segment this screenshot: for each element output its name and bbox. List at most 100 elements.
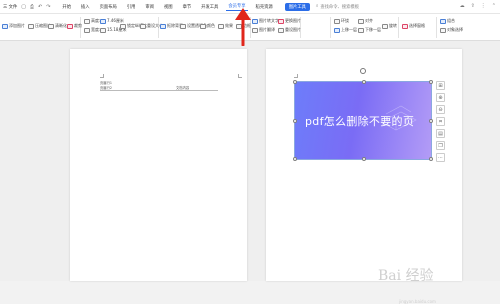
toolbar-icon [84,18,90,24]
toolbar-label: 更换图片 [285,18,301,23]
rotate-handle[interactable] [360,68,366,74]
layout-options-icon[interactable]: ⊞ [436,81,445,90]
redo-icon[interactable]: ↷ [46,4,50,10]
menu-view[interactable]: 视图 [162,3,175,11]
toolbar-button[interactable]: 对象选择 [440,27,463,33]
menu-layout[interactable]: 页面布局 [98,3,119,11]
toolbar-icon [278,18,284,24]
toolbar-icon [28,23,34,29]
menu-insert[interactable]: 插入 [79,3,92,11]
resize-handle-w[interactable] [293,119,297,123]
toolbar-label: 旋转 [389,23,397,28]
search-placeholder: 查找命令、搜索模板 [320,4,359,10]
copy-icon[interactable]: ❐ [436,141,445,150]
file-menu[interactable]: 三 文件 [3,4,17,10]
toolbar-button[interactable]: 旋转 [382,23,397,29]
undo-icon[interactable]: ↶ [38,4,42,10]
resize-handle-sw[interactable] [293,157,297,161]
tab-picture-tools[interactable]: 图片工具 [284,2,310,11]
toolbar-button[interactable]: 宽度: [84,27,100,33]
resize-handle-e[interactable] [429,119,433,123]
toolbar-label: 清晰化 [55,23,67,28]
toolbar-icon [160,23,166,29]
toolbar-button[interactable]: 更换图片 [278,18,301,24]
title-right-icons: ☁ ⇪ ⋮ ⌃ [460,3,496,9]
share-icon[interactable]: ⇪ [471,3,475,9]
menu-chapter[interactable]: 章节 [181,3,194,11]
search-icon: ⌕ [315,4,319,9]
print-icon[interactable]: ⎙ [30,4,34,10]
baidu-watermark-url: jingyan.baidu.com [399,299,436,304]
resize-handle-s[interactable] [362,157,366,161]
toolbar-icon [218,23,224,29]
margin-mark [100,74,104,78]
toolbar-icon [84,27,90,33]
toolbar-label: 下移一层 [365,27,381,32]
collapse-icon[interactable]: ⌃ [492,3,496,9]
toolbar-icon [440,27,446,33]
toolbar-icon [200,23,206,29]
toolbar-button[interactable]: 选择窗格 [402,23,425,29]
zoom-out-icon[interactable]: ⊖ [436,105,445,114]
toolbar-button[interactable]: 颜色 [200,23,215,29]
toolbar-label: 宽度: [91,27,101,32]
toolbar-label: 添加图片 [9,23,25,28]
cloud-icon[interactable]: ☁ [460,3,465,9]
toolbar-label: 图片转文字 [259,18,279,23]
toolbar-label: 裁剪 [74,23,82,28]
resize-handle-ne[interactable] [429,80,433,84]
toolbar-button[interactable]: 清晰化 [48,23,67,29]
toolbar-icon [140,23,146,29]
image-quick-tools: ⊞ ⊕ ⊖ ⌗ ▤ ❐ ⋯ [436,81,445,162]
resize-handle-n[interactable] [362,80,366,84]
document-area[interactable]: 页眉行1 页眉行2 文档内容 pdf怎么删除不要的页 ⊞ ⊕ ⊖ ⌗ ▤ ❐ ⋯… [0,41,500,304]
toolbar-label: 颜色 [207,23,215,28]
toolbar-icon [48,23,54,29]
toolbar-button[interactable]: 重设图片 [278,27,301,33]
toolbar-label: 图片翻译 [259,27,275,32]
crop-icon[interactable]: ⌗ [436,117,445,126]
menu-review[interactable]: 审阅 [143,3,156,11]
page-1[interactable]: 页眉行1 页眉行2 文档内容 [70,49,247,281]
toolbar-separator [436,17,437,38]
page-2[interactable]: pdf怎么删除不要的页 ⊞ ⊕ ⊖ ⌗ ▤ ❐ ⋯ [266,49,462,281]
toolbar-icon [334,27,340,33]
toolbar-icon [67,23,73,29]
more-options-icon[interactable]: ⋯ [436,153,445,162]
zoom-in-icon[interactable]: ⊕ [436,93,445,102]
selected-image[interactable]: pdf怎么删除不要的页 [293,68,433,161]
toolbar-icon [358,27,364,33]
toolbar-button[interactable]: 裁剪 [67,23,82,29]
toolbar-button[interactable]: 图片转文字 [252,18,279,24]
margin-mark [238,74,242,78]
command-search[interactable]: ⌕ 查找命令、搜索模板 [316,4,359,10]
menu-home[interactable]: 开始 [60,3,73,11]
toolbar-icon [2,23,8,29]
toolbar-button[interactable]: 图片翻译 [252,27,275,33]
more-icon[interactable]: ⋮ [481,3,486,9]
toolbar-label: 对象选择 [447,27,463,32]
resize-handle-nw[interactable] [293,80,297,84]
toolbar-icon [334,18,340,24]
red-arrow-annotation [235,8,251,46]
toolbar-label: 选择窗格 [409,23,425,28]
toolbar-button[interactable]: 下移一层 [358,27,381,33]
toolbar-button[interactable]: 高度: [84,18,100,24]
menu-references[interactable]: 引用 [125,3,138,11]
toolbar-button[interactable]: 环绕 [334,18,349,24]
toolbar-button[interactable]: 组合 [440,18,455,24]
toolbar-label: 重设图片 [285,27,301,32]
toolbar-button[interactable]: 添加图片 [2,23,25,29]
menu-dev-tools[interactable]: 开发工具 [199,3,220,11]
toolbar-icon [382,23,388,29]
save-icon[interactable]: ▢ [21,4,26,10]
header-divider [100,90,218,91]
toolbar-button[interactable]: 上移一层 [334,27,357,33]
toolbar-icon [278,27,284,33]
toolbar-button[interactable]: 对齐 [358,18,373,24]
toolbar-label: 高度: [91,18,101,23]
toolbar-icon [180,23,186,29]
image-to-text-icon[interactable]: ▤ [436,129,445,138]
menu-resources[interactable]: 稻壳资源 [254,3,275,11]
resize-handle-se[interactable] [429,157,433,161]
